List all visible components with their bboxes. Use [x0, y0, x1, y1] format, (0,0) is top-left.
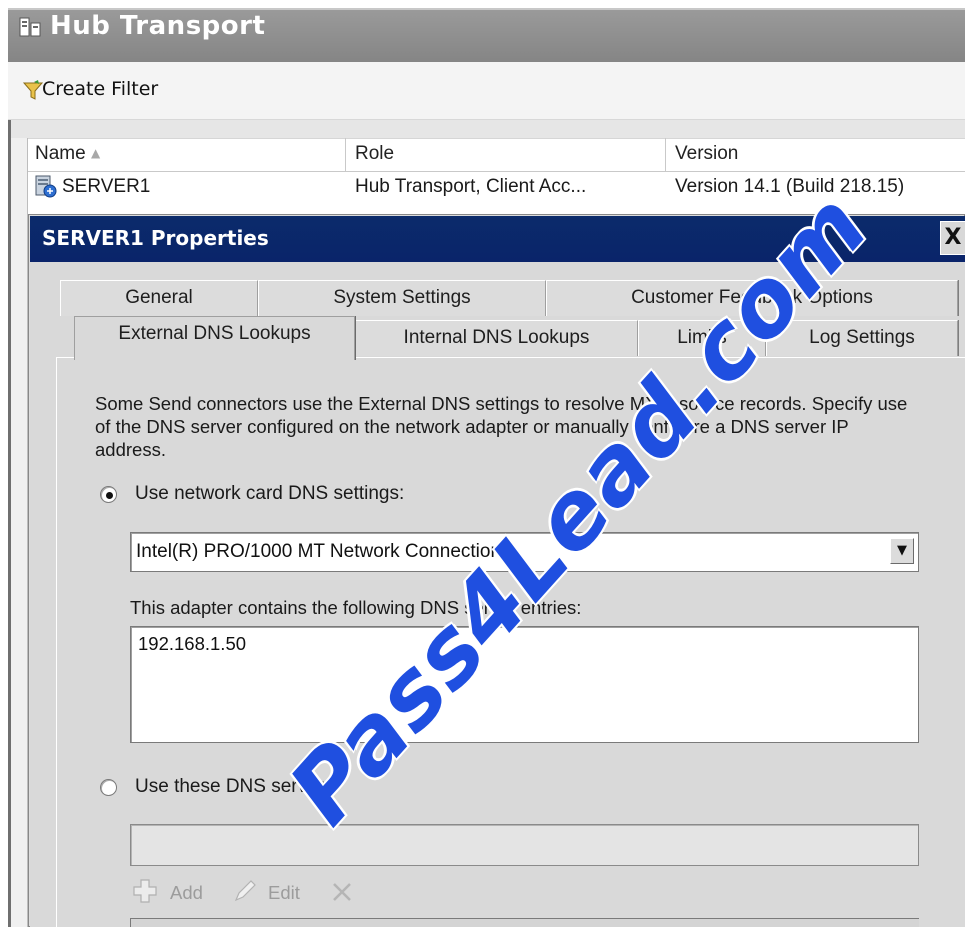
- sort-ascending-icon: ▲: [91, 146, 101, 160]
- edit-button[interactable]: Edit: [268, 882, 300, 904]
- console-title: Hub Transport: [50, 11, 266, 41]
- radio-network-card-dns-label[interactable]: Use network card DNS settings:: [135, 483, 404, 505]
- column-divider[interactable]: [665, 138, 666, 172]
- column-divider[interactable]: [345, 138, 346, 172]
- tab-customer-feedback-options[interactable]: Customer Feedback Options: [546, 280, 958, 316]
- radio-custom-dns-label[interactable]: Use these DNS servers:: [135, 776, 339, 798]
- filter-icon[interactable]: [22, 80, 44, 102]
- dns-server-input[interactable]: [130, 824, 919, 866]
- server-icon: [35, 175, 57, 198]
- list-header: [28, 138, 965, 172]
- tab-system-settings[interactable]: System Settings: [258, 280, 546, 316]
- tab-general[interactable]: General: [60, 280, 258, 316]
- list-item[interactable]: 192.168.1.50: [138, 633, 246, 655]
- column-header-version[interactable]: Version: [675, 143, 738, 165]
- server-list-icon: [19, 17, 41, 37]
- add-icon[interactable]: [132, 878, 158, 904]
- edit-icon[interactable]: [232, 878, 258, 904]
- tab-limits[interactable]: Limits: [638, 320, 766, 356]
- left-pane: [11, 138, 28, 927]
- create-filter-button[interactable]: Create Filter: [42, 78, 158, 100]
- tab-external-dns-lookups[interactable]: External DNS Lookups: [74, 316, 355, 360]
- delete-icon[interactable]: [330, 880, 354, 904]
- dialog-title: SERVER1 Properties: [42, 226, 269, 250]
- radio-selected-dot: [106, 492, 113, 499]
- network-adapter-select-value[interactable]: Intel(R) PRO/1000 MT Network Connection: [136, 541, 501, 563]
- dns-entries-list[interactable]: [130, 626, 919, 743]
- radio-custom-dns[interactable]: [100, 779, 117, 796]
- radio-network-card-dns[interactable]: [100, 486, 117, 503]
- table-cell-name[interactable]: SERVER1: [62, 176, 150, 198]
- chevron-down-icon[interactable]: ▼: [890, 538, 914, 564]
- column-header-role[interactable]: Role: [355, 143, 394, 165]
- dns-server-list[interactable]: [130, 918, 919, 927]
- add-button[interactable]: Add: [170, 882, 203, 904]
- tab-internal-dns-lookups[interactable]: Internal DNS Lookups: [355, 320, 638, 356]
- tab-log-settings[interactable]: Log Settings: [766, 320, 958, 356]
- table-cell-role[interactable]: Hub Transport, Client Acc...: [355, 176, 586, 198]
- description-text: Some Send connectors use the External DN…: [95, 393, 908, 460]
- list-top-strip: [8, 120, 965, 138]
- column-header-name[interactable]: Name: [35, 143, 86, 165]
- dns-entries-label: This adapter contains the following DNS …: [130, 597, 582, 618]
- close-button[interactable]: X: [940, 221, 965, 255]
- table-cell-version[interactable]: Version 14.1 (Build 218.15): [675, 176, 904, 198]
